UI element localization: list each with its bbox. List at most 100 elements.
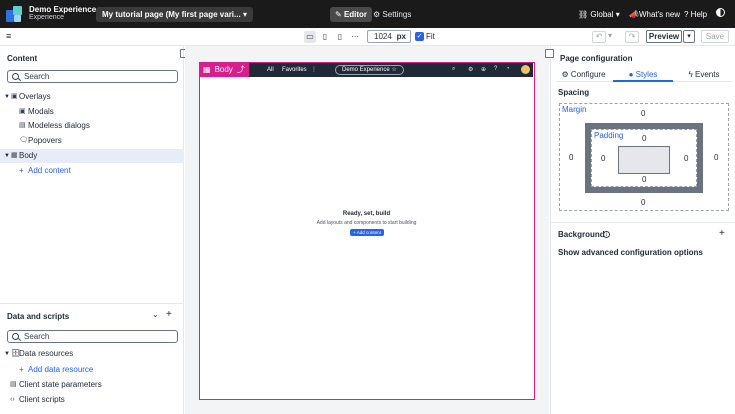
chevron-down-icon[interactable]: ⌄ (152, 310, 159, 319)
help-button[interactable]: ? Help (684, 7, 707, 22)
scope-icon: ⛓ (578, 10, 591, 19)
margin-right-input[interactable]: 0 (714, 153, 718, 162)
palette-icon: ● (628, 70, 636, 79)
preview-dropdown-button[interactable]: ▾ (683, 30, 695, 43)
background-section: Background i + (558, 229, 730, 242)
gear-icon: ⚙ (561, 70, 571, 79)
undo-dropdown-icon[interactable]: ▾ (606, 31, 614, 43)
search-icon (12, 73, 19, 80)
padding-top-input[interactable]: 0 (642, 134, 646, 143)
info-icon[interactable]: i (603, 231, 610, 238)
popover-icon: 🗨 (19, 137, 28, 144)
preview-chat-icon: ⊕ (481, 67, 487, 73)
global-scope-button[interactable]: ⛓ Global ▾ (578, 7, 620, 22)
padding-box: Padding 0 0 0 0 (591, 129, 697, 187)
preview-more-icon: ⋮ (311, 67, 317, 73)
settings-button[interactable]: ⚙ Settings (373, 7, 411, 22)
chevron-down-icon: ▾ (242, 10, 247, 19)
parameters-icon: ▤ (10, 381, 17, 388)
tab-styles-label: Styles (635, 70, 658, 79)
tree-item-overlays[interactable]: ▼ ▣ Overlays (0, 90, 184, 104)
tablet-view-icon[interactable]: ▯ (319, 31, 331, 43)
tree-item-client-scripts[interactable]: ‹› Client scripts (0, 393, 184, 407)
add-icon[interactable]: + (166, 309, 172, 320)
dialog-icon: ▤ (19, 122, 26, 129)
caret-down-icon[interactable]: ▼ (4, 90, 10, 104)
preview-nav-all: All (267, 67, 274, 73)
whats-new-button[interactable]: 📣What's new (629, 7, 680, 22)
global-label: Global (590, 10, 614, 19)
undo-icon[interactable]: ↶ (592, 31, 606, 43)
app-subtitle: Experience (29, 14, 65, 22)
spacing-heading: Spacing (558, 88, 590, 97)
page-selector[interactable]: My tutorial page (My first page vari... … (96, 7, 253, 22)
menu-icon[interactable]: ≡ (6, 31, 11, 41)
tree-item-data-resources[interactable]: ▼ 🗄 Data resources (0, 347, 184, 361)
editor-button[interactable]: ✎ Editor (330, 7, 373, 22)
preview-experience-pill: Demo Experience ☆ (335, 65, 404, 75)
preview-avatar (521, 65, 530, 74)
add-data-resource-link[interactable]: + Add data resource (0, 363, 184, 377)
padding-left-input[interactable]: 0 (601, 154, 605, 163)
canvas-width-input[interactable]: 1024 px (367, 30, 411, 43)
tree-item-client-state[interactable]: ▤ Client state parameters (0, 378, 184, 392)
gear-icon: ⚙ (373, 10, 383, 19)
padding-right-input[interactable]: 0 (684, 154, 688, 163)
mobile-view-icon[interactable]: ▯ (334, 31, 346, 43)
body-tag-label: Body (214, 65, 233, 74)
tab-configure[interactable]: ⚙ Configure (556, 68, 611, 82)
content-box (618, 146, 670, 174)
content-panel-title: Content (7, 54, 38, 63)
collapse-panel-icon[interactable] (545, 49, 554, 58)
config-tabs: ⚙ Configure ● Styles ϟ Events (556, 68, 732, 82)
add-background-icon[interactable]: + (719, 229, 725, 239)
tab-configure-label: Configure (570, 70, 606, 79)
code-icon: ‹› (10, 396, 15, 403)
padding-bottom-input[interactable]: 0 (642, 175, 646, 184)
data-search-input[interactable]: Search (7, 330, 178, 343)
border-box: Padding 0 0 0 0 (585, 123, 703, 193)
fit-checkbox[interactable]: ✓ (415, 32, 424, 41)
desktop-view-icon[interactable]: ▭ (304, 31, 316, 43)
top-bar: Demo Experience Experience My tutorial p… (0, 0, 735, 28)
config-panel-title: Page configuration (560, 54, 633, 63)
empty-state-title: Ready, set, build (342, 211, 391, 217)
empty-state-add-button[interactable]: + Add content (350, 229, 384, 236)
page-preview-frame[interactable]: All Favorites ⋮ Demo Experience ☆ ⌕ ⚙ ⊕ … (199, 62, 535, 400)
tree-item-modeless-dialogs[interactable]: ▤ Modeless dialogs (0, 119, 184, 133)
caret-down-icon[interactable]: ▼ (4, 347, 10, 361)
tab-events-label: Events (695, 70, 720, 79)
save-button[interactable]: Save (701, 30, 729, 43)
canvas-width-unit: px (396, 32, 406, 41)
theme-toggle-icon[interactable] (716, 8, 725, 17)
tree-item-body[interactable]: ▼ ▦ Body (0, 149, 184, 163)
content-search-input[interactable]: Search (7, 70, 178, 83)
editor-toolbar: ≡ ▭ ▯ ▯ ⋯ 1024 px ✓ Fit ↶ ▾ ↷ Preview ▾ … (0, 28, 735, 46)
preview-search-icon: ⌕ (452, 66, 456, 72)
more-icon[interactable]: ⋯ (349, 31, 361, 43)
whats-new-label: What's new (638, 10, 681, 19)
page-selector-label: My tutorial page (My first page vari... (102, 10, 241, 19)
select-parent-icon[interactable]: ⤴ (237, 63, 245, 77)
preview-button[interactable]: Preview (646, 30, 682, 43)
margin-left-input[interactable]: 0 (569, 153, 573, 162)
margin-top-input[interactable]: 0 (641, 109, 645, 118)
tree-item-modals[interactable]: ▣ Modals (0, 105, 184, 119)
data-search-placeholder: Search (24, 332, 50, 341)
tree-item-popovers[interactable]: 🗨 Popovers (0, 134, 184, 148)
caret-down-icon[interactable]: ▼ (4, 149, 10, 163)
preview-nav-favorites: Favorites (282, 67, 307, 73)
redo-icon[interactable]: ↷ (625, 31, 639, 43)
tree-item-label: Overlays (19, 92, 51, 101)
app-title: Demo Experience (29, 5, 97, 14)
tab-events[interactable]: ϟ Events (676, 68, 732, 82)
app-name: Demo Experience Experience (29, 5, 96, 22)
settings-label: Settings (382, 10, 412, 19)
show-advanced-options-link[interactable]: Show advanced configuration options (558, 248, 703, 257)
selected-body-tag[interactable]: ▦ Body ⤴ (199, 63, 249, 77)
overlay-icon: ▣ (11, 93, 18, 100)
tab-styles[interactable]: ● Styles (613, 68, 673, 82)
add-content-link[interactable]: + Add content (0, 164, 184, 178)
plus-icon: + (19, 365, 24, 374)
margin-bottom-input[interactable]: 0 (641, 198, 645, 207)
